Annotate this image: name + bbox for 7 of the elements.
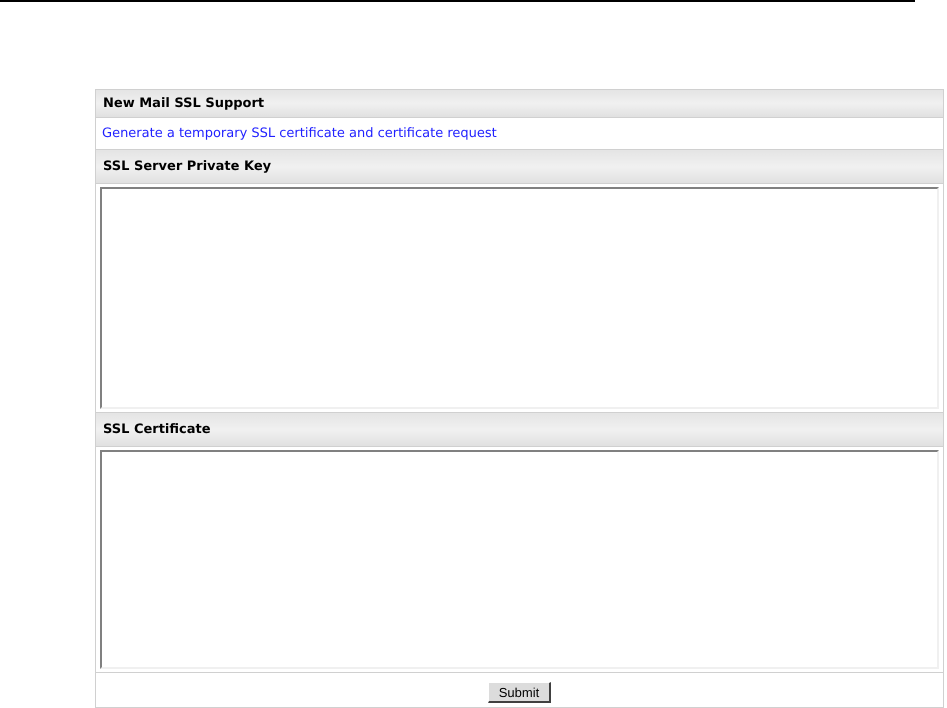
generate-certificate-link[interactable]: Generate a temporary SSL certificate and certificate request: [102, 124, 497, 144]
text-area[interactable]: [100, 187, 939, 409]
panel-title: New Mail SSL Support: [96, 90, 943, 118]
text-area[interactable]: [100, 450, 939, 669]
section-heading: SSL Certificate: [96, 413, 943, 447]
submit-button[interactable]: Submit: [488, 682, 552, 703]
section-heading: SSL Server Private Key: [96, 150, 943, 184]
